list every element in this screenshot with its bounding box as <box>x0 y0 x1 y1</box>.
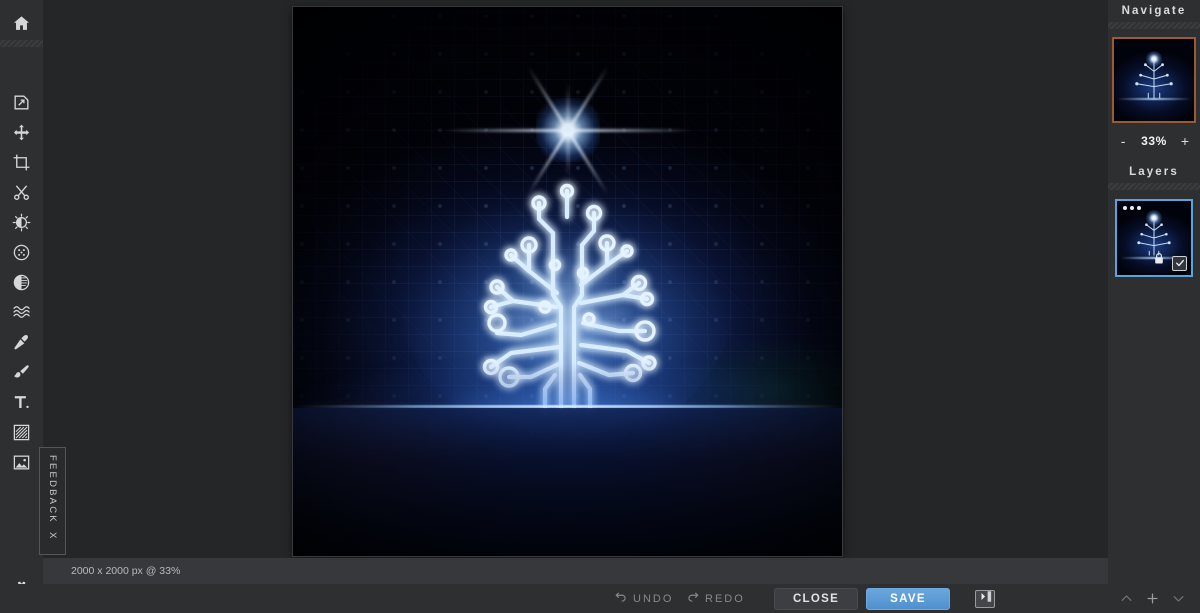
brightness-icon <box>12 213 31 232</box>
toolbar-divider-top <box>0 40 43 47</box>
home-button[interactable] <box>0 6 43 40</box>
move-tool-button[interactable] <box>0 117 43 147</box>
redo-label: REDO <box>705 592 745 605</box>
redo-icon <box>686 590 700 607</box>
close-button[interactable]: CLOSE <box>774 587 858 610</box>
ellipsis-icon[interactable] <box>1123 206 1141 210</box>
chevron-down-icon[interactable] <box>1171 591 1186 606</box>
navigate-divider <box>1108 22 1200 29</box>
contrast-tool-button[interactable] <box>0 267 43 297</box>
image-tool-button[interactable] <box>0 447 43 477</box>
layers-divider <box>1108 183 1200 190</box>
lock-icon[interactable] <box>1152 251 1166 271</box>
sharpen-icon <box>12 243 31 262</box>
undo-label: UNDO <box>633 592 674 605</box>
crop-tool-button[interactable] <box>0 147 43 177</box>
pattern-icon <box>12 423 31 442</box>
layer-visibility-checkbox[interactable] <box>1172 256 1187 271</box>
panel-collapse-icon <box>978 590 992 608</box>
status-bar: 2000 x 2000 px @ 33% <box>43 558 1108 584</box>
brush-tool-button[interactable] <box>0 357 43 387</box>
crop-icon <box>12 153 31 172</box>
resize-icon <box>12 93 31 112</box>
contrast-icon <box>12 273 31 292</box>
artwork-vignette <box>293 7 842 556</box>
sharpen-tool-button[interactable] <box>0 237 43 267</box>
save-button[interactable]: SAVE <box>866 587 950 610</box>
feedback-tab[interactable]: FEEDBACK X <box>39 447 66 555</box>
navigator-preview <box>1114 39 1194 121</box>
text-icon <box>12 393 31 412</box>
move-icon <box>12 123 31 142</box>
brush-icon <box>12 363 31 382</box>
resize-tool-button[interactable] <box>0 87 43 117</box>
panel-collapse-button[interactable] <box>975 589 995 608</box>
plus-icon[interactable] <box>1145 591 1160 606</box>
left-toolbar <box>0 0 43 613</box>
undo-icon <box>614 590 628 607</box>
image-canvas[interactable] <box>293 7 842 556</box>
effects-tool-button[interactable] <box>0 297 43 327</box>
bottom-right-controls <box>1119 591 1186 606</box>
zoom-level-label: 33% <box>1141 134 1167 148</box>
text-tool-button[interactable] <box>0 387 43 417</box>
scissors-icon <box>12 183 31 202</box>
zoom-in-button[interactable]: + <box>1180 134 1190 148</box>
image-icon <box>12 453 31 472</box>
workspace <box>43 0 1108 558</box>
redo-button[interactable]: REDO <box>686 590 745 607</box>
waves-icon <box>12 302 32 322</box>
cut-tool-button[interactable] <box>0 177 43 207</box>
bottom-bar: UNDO REDO CLOSE SAVE <box>0 584 1200 613</box>
navigator-thumbnail[interactable] <box>1112 37 1196 123</box>
undo-button[interactable]: UNDO <box>614 590 673 607</box>
right-panel: Navigate - 33% + Layers <box>1108 0 1200 584</box>
layers-panel: Layers <box>1108 161 1200 277</box>
pattern-tool-button[interactable] <box>0 417 43 447</box>
checkbox-checked-icon <box>1175 255 1185 273</box>
retouch-tool-button[interactable] <box>0 327 43 357</box>
image-dimensions-label: 2000 x 2000 px @ 33% <box>71 565 181 577</box>
zoom-controls: - 33% + <box>1108 127 1200 155</box>
retouch-icon <box>12 333 31 352</box>
brightness-tool-button[interactable] <box>0 207 43 237</box>
home-icon <box>12 14 31 33</box>
layer-item[interactable] <box>1115 199 1193 277</box>
feedback-close-button[interactable]: X <box>47 532 58 538</box>
navigate-panel-title: Navigate <box>1121 5 1187 17</box>
layers-panel-title: Layers <box>1129 166 1179 178</box>
zoom-out-button[interactable]: - <box>1118 134 1128 148</box>
feedback-label: FEEDBACK <box>47 455 58 524</box>
chevron-up-icon[interactable] <box>1119 591 1134 606</box>
